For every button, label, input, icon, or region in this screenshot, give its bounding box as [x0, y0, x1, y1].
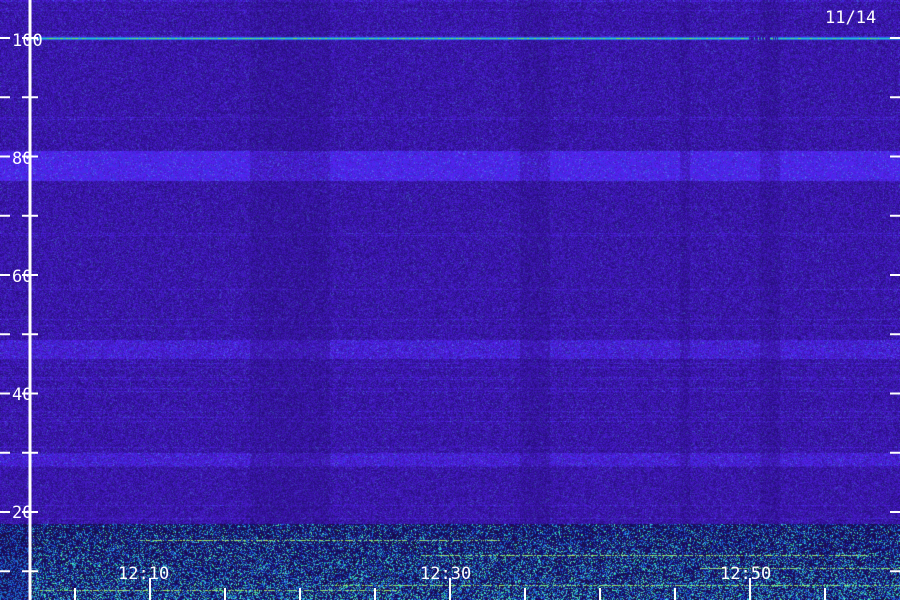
spectrogram-axes: 20 40 60 80 100 12:10 12:30 12:50 11/14 — [0, 0, 900, 600]
date-label: 11/14 — [825, 8, 876, 28]
y-tick-label: 20 — [12, 503, 32, 523]
x-tick-label: 12:50 — [720, 564, 771, 584]
x-tick-label: 12:30 — [420, 564, 471, 584]
x-tick-label: 12:10 — [118, 564, 169, 584]
y-tick-label: 40 — [12, 385, 32, 405]
y-ticks-left — [0, 37, 38, 573]
y-tick-label: 60 — [12, 267, 32, 287]
y-tick-label: 80 — [12, 149, 32, 169]
y-ticks-right — [890, 37, 900, 573]
y-tick-labels: 20 40 60 80 100 — [12, 31, 43, 523]
x-tick-labels: 12:10 12:30 12:50 — [118, 564, 771, 584]
y-tick-label: 100 — [12, 31, 43, 51]
